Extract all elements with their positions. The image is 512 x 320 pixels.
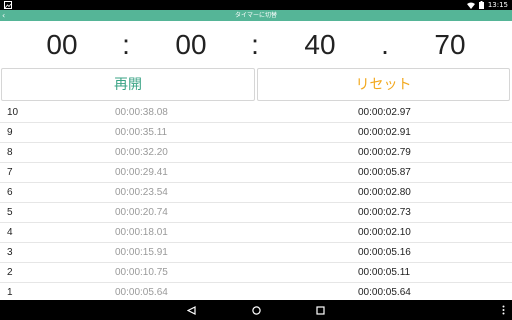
lap-split-time: 00:00:02.73 bbox=[358, 207, 411, 218]
lap-row: 1 00:00:05.64 00:00:05.64 bbox=[0, 283, 512, 300]
lap-total-time: 00:00:29.41 bbox=[115, 167, 168, 178]
separator-colon-1: : bbox=[122, 29, 130, 60]
lap-list[interactable]: 10 00:00:38.08 00:00:02.97 9 00:00:35.11… bbox=[0, 103, 512, 300]
reset-button[interactable]: リセット bbox=[257, 68, 510, 101]
lap-split-time: 00:00:02.97 bbox=[358, 107, 411, 118]
lap-row: 9 00:00:35.11 00:00:02.91 bbox=[0, 123, 512, 143]
lap-number: 4 bbox=[7, 227, 13, 238]
lap-total-time: 00:00:10.75 bbox=[115, 267, 168, 278]
lap-total-time: 00:00:20.74 bbox=[115, 207, 168, 218]
lap-number: 10 bbox=[7, 107, 19, 118]
lap-number: 6 bbox=[7, 187, 13, 198]
lap-split-time: 00:00:02.91 bbox=[358, 127, 411, 138]
lap-row: 10 00:00:38.08 00:00:02.97 bbox=[0, 103, 512, 123]
lap-number: 9 bbox=[7, 127, 13, 138]
separator-dot: . bbox=[381, 29, 389, 60]
nav-home-icon[interactable] bbox=[248, 300, 264, 320]
status-bar: 13:15 bbox=[0, 0, 512, 10]
stopwatch-display: 00 : 00 : 40 . 70 bbox=[0, 22, 512, 67]
lap-total-time: 00:00:18.01 bbox=[115, 227, 168, 238]
lap-row: 7 00:00:29.41 00:00:05.87 bbox=[0, 163, 512, 183]
seconds-display: 40 bbox=[304, 29, 336, 60]
lap-split-time: 00:00:05.16 bbox=[358, 247, 411, 258]
lap-total-time: 00:00:32.20 bbox=[115, 147, 168, 158]
lap-row: 5 00:00:20.74 00:00:02.73 bbox=[0, 203, 512, 223]
lap-total-time: 00:00:35.11 bbox=[115, 127, 168, 138]
hundredths-display: 70 bbox=[434, 29, 466, 60]
lap-split-time: 00:00:05.87 bbox=[358, 167, 411, 178]
lap-row: 4 00:00:18.01 00:00:02.10 bbox=[0, 223, 512, 243]
lap-number: 8 bbox=[7, 147, 13, 158]
lap-split-time: 00:00:02.79 bbox=[358, 147, 411, 158]
nav-back-icon[interactable] bbox=[183, 300, 199, 320]
lap-split-time: 00:00:02.80 bbox=[358, 187, 411, 198]
lap-split-time: 00:00:05.11 bbox=[358, 267, 411, 278]
lap-number: 5 bbox=[7, 207, 13, 218]
lap-row: 6 00:00:23.54 00:00:02.80 bbox=[0, 183, 512, 203]
wifi-icon bbox=[466, 2, 475, 9]
lap-total-time: 00:00:38.08 bbox=[115, 107, 168, 118]
minutes-display: 00 bbox=[175, 29, 207, 60]
lap-total-time: 00:00:05.64 bbox=[115, 287, 168, 298]
lap-number: 1 bbox=[7, 287, 13, 298]
hours-display: 00 bbox=[46, 29, 78, 60]
status-time: 13:15 bbox=[487, 1, 508, 9]
lap-split-time: 00:00:05.64 bbox=[358, 287, 411, 298]
navigation-bar bbox=[0, 300, 512, 320]
lap-total-time: 00:00:15.91 bbox=[115, 247, 168, 258]
lap-number: 7 bbox=[7, 167, 13, 178]
lap-split-time: 00:00:02.10 bbox=[358, 227, 411, 238]
battery-icon bbox=[478, 1, 484, 9]
switch-to-timer-link[interactable]: タイマーに切替 bbox=[0, 10, 512, 21]
more-vert-icon[interactable] bbox=[498, 300, 508, 320]
lap-number: 3 bbox=[7, 247, 13, 258]
image-icon bbox=[4, 1, 12, 9]
lap-total-time: 00:00:23.54 bbox=[115, 187, 168, 198]
lap-number: 2 bbox=[7, 267, 13, 278]
resume-button[interactable]: 再開 bbox=[1, 68, 255, 101]
nav-recents-icon[interactable] bbox=[312, 300, 328, 320]
lap-row: 2 00:00:10.75 00:00:05.11 bbox=[0, 263, 512, 283]
app-bar: ‹ タイマーに切替 bbox=[0, 10, 512, 21]
lap-row: 3 00:00:15.91 00:00:05.16 bbox=[0, 243, 512, 263]
separator-colon-2: : bbox=[251, 29, 259, 60]
lap-row: 8 00:00:32.20 00:00:02.79 bbox=[0, 143, 512, 163]
